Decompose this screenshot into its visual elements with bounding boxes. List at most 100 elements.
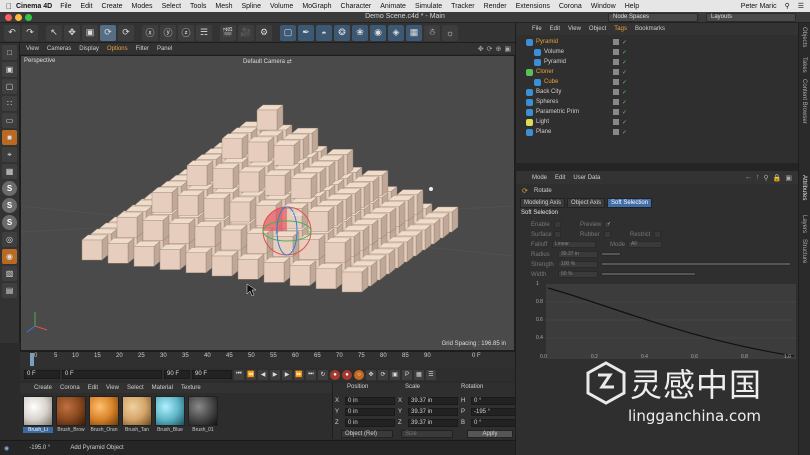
- position-z-field[interactable]: 0 in: [345, 419, 395, 427]
- tab-object-axis[interactable]: Object Axis: [567, 198, 606, 208]
- subdivision-icon[interactable]: ◓: [316, 24, 332, 41]
- layer-toggle-icon[interactable]: [613, 109, 619, 115]
- new-panel-icon[interactable]: ▣: [785, 174, 792, 182]
- timeline-ruler[interactable]: 0 5 10 15 20 25 30 35 40 45 50 55 60 65 …: [20, 351, 515, 368]
- menu-extensions[interactable]: Extensions: [516, 3, 550, 10]
- lock-icon[interactable]: 🔒: [773, 174, 782, 182]
- clone-cube[interactable]: [229, 196, 257, 223]
- object-row[interactable]: Cloner ✓: [516, 67, 799, 77]
- material-menu-create[interactable]: Create: [34, 385, 52, 391]
- scale-x-field[interactable]: 39.37 in: [408, 397, 458, 405]
- object-name[interactable]: Parametric Prim: [536, 109, 579, 115]
- viewport-menu-panel[interactable]: Panel: [157, 46, 172, 52]
- x-axis-lock-icon[interactable]: ⓧ: [142, 24, 158, 41]
- clone-cube[interactable]: [185, 247, 213, 274]
- object-row[interactable]: Pyramid ✓: [516, 57, 799, 67]
- viewport-menu-filter[interactable]: Filter: [136, 46, 149, 52]
- clone-cube[interactable]: [256, 104, 284, 131]
- clone-cube[interactable]: [289, 260, 317, 287]
- radius-field[interactable]: 39.37 in: [558, 251, 598, 258]
- menu-simulate[interactable]: Simulate: [415, 3, 442, 10]
- object-name[interactable]: Pyramid: [536, 39, 558, 45]
- record-active-objects-icon[interactable]: ●: [330, 369, 340, 380]
- attr-menu-edit[interactable]: Edit: [555, 175, 565, 181]
- points-mode-icon[interactable]: ∷: [2, 96, 17, 111]
- grid-icon[interactable]: ▧: [2, 266, 17, 281]
- menu-tracker[interactable]: Tracker: [451, 3, 474, 10]
- layer-toggle-icon[interactable]: [613, 59, 619, 65]
- clone-cube[interactable]: [264, 169, 292, 196]
- object-row[interactable]: Light ✓: [516, 117, 799, 127]
- field-icon[interactable]: ◈: [388, 24, 404, 41]
- object-menu-file[interactable]: File: [532, 26, 542, 32]
- object-name[interactable]: Pyramid: [544, 59, 566, 65]
- clone-cube[interactable]: [133, 240, 161, 267]
- layer-toggle-icon[interactable]: [613, 99, 619, 105]
- side-tab-objects[interactable]: Objects: [801, 27, 807, 47]
- enable-check-icon[interactable]: ✓: [622, 39, 627, 46]
- viewport-menu-view[interactable]: View: [26, 46, 39, 52]
- material-menu-material[interactable]: Material: [152, 385, 173, 391]
- pan-view-icon[interactable]: ✥: [478, 45, 484, 53]
- clone-cube[interactable]: [238, 166, 266, 193]
- material-item[interactable]: Brush_Li: [23, 396, 53, 439]
- search-icon[interactable]: ⚲: [764, 174, 769, 182]
- go-to-start-icon[interactable]: ⏮: [234, 369, 244, 380]
- object-menu-edit[interactable]: Edit: [550, 26, 560, 32]
- clone-cube[interactable]: [151, 186, 179, 213]
- rotation-h-field[interactable]: 0 °: [471, 397, 521, 405]
- clone-cube[interactable]: [159, 244, 187, 271]
- perspective-viewport[interactable]: Perspective Default Camera ⇄ Cube Grid S…: [20, 55, 515, 351]
- side-tab-content-browser[interactable]: Content Browser: [801, 79, 807, 124]
- object-menu-object[interactable]: Object: [589, 26, 606, 32]
- node-spaces-dropdown[interactable]: Node Spaces: [608, 13, 698, 22]
- object-row[interactable]: Volume ✓: [516, 47, 799, 57]
- axis-mode-icon[interactable]: ⌖: [2, 147, 17, 162]
- clone-cube[interactable]: [116, 211, 144, 238]
- pen-spline-icon[interactable]: ✒: [298, 24, 314, 41]
- layer-toggle-icon[interactable]: [613, 69, 619, 75]
- menu-edit[interactable]: Edit: [80, 3, 92, 10]
- position-x-field[interactable]: 0 in: [345, 397, 395, 405]
- material-menu-select[interactable]: Select: [127, 385, 144, 391]
- object-name[interactable]: Volume: [544, 49, 564, 55]
- user-name[interactable]: Peter Maric: [741, 3, 777, 10]
- key-rotation-icon[interactable]: ⟳: [378, 369, 388, 380]
- mode-dropdown[interactable]: All: [628, 241, 662, 248]
- apple-icon[interactable]: : [6, 2, 16, 11]
- layer-toggle-icon[interactable]: [613, 89, 619, 95]
- go-to-end-icon[interactable]: ⏭: [306, 369, 316, 380]
- side-tab-attributes[interactable]: Attributes: [801, 175, 807, 200]
- make-editable-icon[interactable]: □: [2, 45, 17, 60]
- menu-character[interactable]: Character: [341, 3, 372, 10]
- layer-toggle-icon[interactable]: [613, 119, 619, 125]
- material-menu-edit[interactable]: Edit: [88, 385, 98, 391]
- clone-cube[interactable]: [246, 227, 274, 254]
- previous-frame-icon[interactable]: ◀: [258, 369, 268, 380]
- render-settings-icon[interactable]: ⚙: [256, 24, 272, 41]
- z-axis-lock-icon[interactable]: ⓩ: [178, 24, 194, 41]
- texture-mode-icon[interactable]: ▣: [2, 62, 17, 77]
- up-arrow-icon[interactable]: ↑: [756, 174, 760, 182]
- object-row[interactable]: Parametric Prim ✓: [516, 107, 799, 117]
- play-icon[interactable]: ▶: [270, 369, 280, 380]
- menu-list-icon[interactable]: ☰: [798, 2, 804, 10]
- live-selection-icon[interactable]: ↖: [46, 24, 62, 41]
- object-row[interactable]: Spheres ✓: [516, 97, 799, 107]
- enable-check-icon[interactable]: ✓: [622, 69, 627, 76]
- layouts-dropdown[interactable]: Layouts: [706, 13, 796, 22]
- menu-tools[interactable]: Tools: [190, 3, 206, 10]
- polygons-mode-icon[interactable]: ■: [2, 130, 17, 145]
- layer-toggle-icon[interactable]: [613, 39, 619, 45]
- width-field[interactable]: 50 %: [558, 271, 598, 278]
- key-pla-icon[interactable]: ▦: [414, 369, 424, 380]
- menu-animate[interactable]: Animate: [380, 3, 406, 10]
- rubber-checkbox[interactable]: [604, 231, 611, 238]
- solo-icon[interactable]: ◎: [2, 232, 17, 247]
- clone-cube[interactable]: [107, 237, 135, 264]
- restrict-checkbox[interactable]: [654, 231, 661, 238]
- scale-y-field[interactable]: 39.37 in: [408, 408, 458, 416]
- clone-cube[interactable]: [168, 218, 196, 245]
- enable-check-icon[interactable]: ✓: [622, 89, 627, 96]
- next-key-icon[interactable]: ⏩: [294, 369, 304, 380]
